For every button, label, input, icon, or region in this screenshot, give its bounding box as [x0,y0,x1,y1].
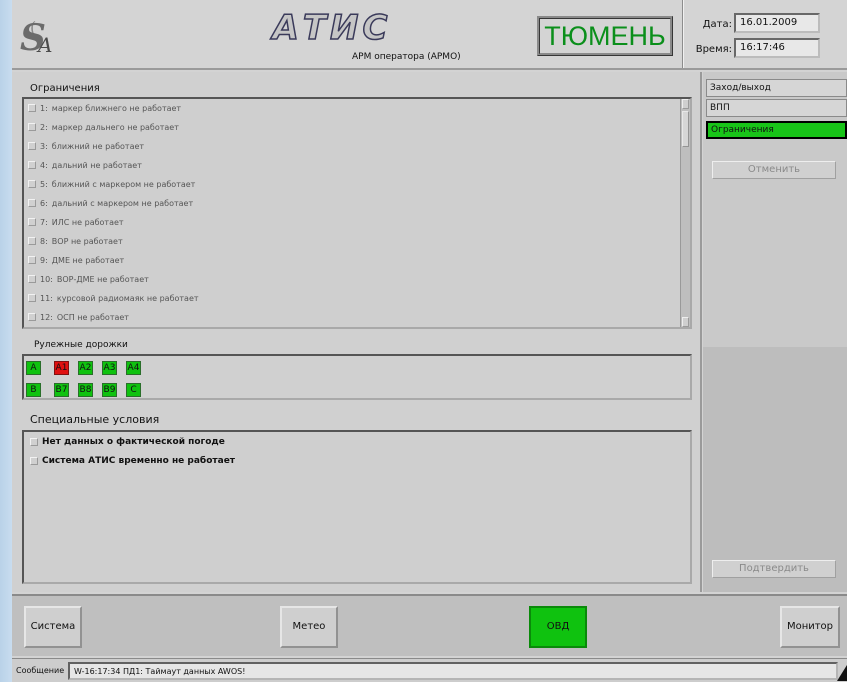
checkbox[interactable] [28,123,36,131]
message-label: Сообщение [16,666,65,675]
app-subtitle: АРМ оператора (АРМО) [352,52,461,62]
restriction-item[interactable]: 2: маркер дальнего не работает [28,118,179,136]
taxiway-button[interactable]: A3 [102,361,117,375]
checkbox[interactable] [28,237,36,245]
bottom-bar [12,594,847,656]
scroll-down-icon[interactable] [682,317,689,327]
meteo-button[interactable]: Метео [280,606,338,648]
taxiway-button[interactable]: A [26,361,41,375]
taxiways-title: Рулежные дорожки [34,340,128,350]
restriction-item[interactable]: 4: дальний не работает [28,156,142,174]
special-title: Специальные условия [30,413,160,426]
header-divider [682,0,684,68]
checkbox[interactable] [28,256,36,264]
checkbox[interactable] [30,438,38,446]
status-bar: Сообщение W-16:17:34 ПД1: Таймаут данных… [12,658,847,682]
special-item[interactable]: Нет данных о фактической погоде [30,434,225,450]
menu-runway[interactable]: ВПП [706,99,847,117]
restrictions-title: Ограничения [30,83,100,94]
checkbox[interactable] [28,199,36,207]
restriction-item[interactable]: 7: ИЛС не работает [28,213,124,231]
restriction-item[interactable]: 9: ДМЕ не работает [28,251,124,269]
restriction-item[interactable]: 5: ближний с маркером не работает [28,175,195,193]
taxiway-button[interactable]: A4 [126,361,141,375]
header: (S A АТИС АРМ оператора (АРМО) ТЮМЕНЬ Дат… [12,0,847,70]
restriction-item[interactable]: 11: курсовой радиомаяк не работает [28,289,199,307]
checkbox[interactable] [28,218,36,226]
taxiway-button[interactable]: B9 [102,383,117,397]
checkbox[interactable] [28,275,36,283]
restriction-item[interactable]: 1: маркер ближнего не работает [28,99,181,117]
date-field: 16.01.2009 [734,13,820,33]
restriction-item[interactable]: 8: ВОР не работает [28,232,123,250]
restriction-item[interactable]: 6: дальний с маркером не работает [28,194,193,212]
taxiway-button[interactable]: A2 [78,361,93,375]
checkbox[interactable] [28,142,36,150]
time-label: Время: [695,44,732,55]
menu-approach-departure[interactable]: Заход/выход [706,79,847,97]
confirm-button[interactable]: Подтвердить [712,560,836,578]
menu-restrictions[interactable]: Ограничения [706,121,847,139]
ovd-button[interactable]: ОВД [529,606,587,648]
restriction-item[interactable]: 3: ближний не работает [28,137,144,155]
checkbox[interactable] [28,313,36,321]
restrictions-list[interactable]: 1: маркер ближнего не работает 2: маркер д… [22,97,692,329]
sa-logo-icon: (S A [20,17,53,59]
message-field: W-16:17:34 ПД1: Таймаут данных AWOS! [68,662,838,680]
resize-corner-icon[interactable] [837,665,847,681]
checkbox[interactable] [28,161,36,169]
restriction-item[interactable]: 10: ВОР-ДМЕ не работает [28,270,149,288]
time-field: 16:17:46 [734,38,820,58]
taxiway-button[interactable]: B [26,383,41,397]
side-panel [703,72,847,592]
cancel-button[interactable]: Отменить [712,161,836,179]
checkbox[interactable] [30,457,38,465]
special-item[interactable]: Система АТИС временно не работает [30,453,235,469]
scroll-thumb[interactable] [682,111,689,147]
app-title: АТИС [272,7,392,49]
taxiway-button[interactable]: A1 [54,361,69,375]
taxiway-button[interactable]: B8 [78,383,93,397]
checkbox[interactable] [28,104,36,112]
taxiways-panel [22,354,692,400]
city-display: ТЮМЕНЬ [537,16,673,56]
scroll-up-icon[interactable] [682,99,689,109]
checkbox[interactable] [28,180,36,188]
restrictions-scrollbar[interactable] [680,99,690,327]
taxiway-button[interactable]: C [126,383,141,397]
monitor-button[interactable]: Монитор [780,606,840,648]
restriction-item[interactable]: 12: ОСП не работает [28,308,129,326]
checkbox[interactable] [28,294,36,302]
special-list[interactable]: Нет данных о фактической погоде Система … [22,430,692,584]
date-label: Дата: [702,19,732,30]
system-button[interactable]: Система [24,606,82,648]
taxiway-button[interactable]: B7 [54,383,69,397]
